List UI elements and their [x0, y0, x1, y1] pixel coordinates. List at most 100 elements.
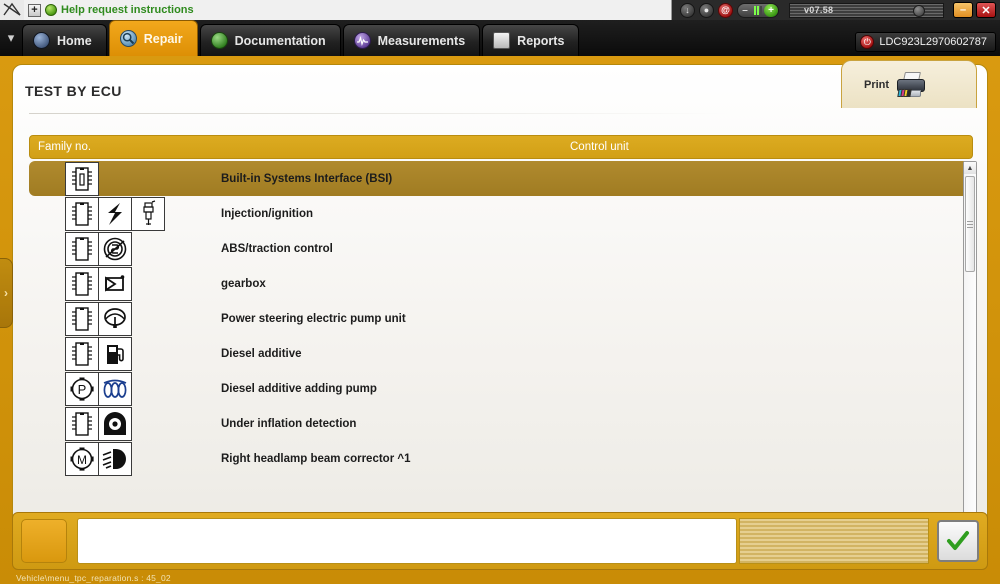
title-divider [29, 113, 729, 114]
application-window: + Help request instructions ↓ ● @ – + v0… [0, 0, 1000, 584]
system-icon-group: ↓ ● @ – + v07.58 [672, 2, 944, 18]
command-input[interactable] [77, 518, 737, 564]
tab-repair-label: Repair [143, 31, 183, 46]
tab-home-label: Home [57, 33, 92, 48]
scrollbar-thumb[interactable] [965, 176, 975, 272]
row-label: Right headlamp beam corrector ^1 [221, 452, 411, 465]
expand-plus-icon[interactable]: + [28, 3, 41, 17]
tab-measurements-label: Measurements [377, 33, 466, 48]
row-icon-group [29, 301, 205, 336]
tab-reports[interactable]: Reports [482, 24, 580, 56]
table-row[interactable]: M Right headlamp beam corrector ^1 [29, 441, 973, 476]
version-knob-icon[interactable] [913, 4, 925, 17]
email-at-icon[interactable]: @ [718, 2, 733, 18]
motor-icon: M [65, 441, 99, 476]
content-panel: TEST BY ECU Print Family no. Control uni [12, 60, 988, 556]
table-row[interactable]: P Diesel additive adding pump [29, 371, 973, 406]
list-scrollbar[interactable]: ▲ ▼ [963, 161, 977, 533]
table-row[interactable]: Injection/ignition [29, 196, 973, 231]
ecu-list[interactable]: Built-in Systems Interface (BSI) Injecti… [29, 161, 973, 533]
table-row[interactable]: Power steering electric pump unit [29, 301, 973, 336]
row-label: Power steering electric pump unit [221, 312, 406, 325]
chip-icon [65, 231, 99, 266]
app-logo-icon [0, 0, 24, 20]
volume-level-bars [752, 5, 764, 15]
vin-value: LDC923L2970602787 [879, 36, 987, 48]
row-label: Injection/ignition [221, 207, 313, 220]
chip-icon [65, 336, 99, 371]
volume-down-button[interactable]: – [738, 4, 752, 17]
print-button[interactable]: Print [841, 60, 977, 108]
chip-icon [65, 161, 99, 196]
fuel-pump-icon [98, 336, 132, 371]
printer-icon [895, 71, 929, 98]
table-row[interactable]: ABS/traction control [29, 231, 973, 266]
row-icon-group: P [29, 371, 205, 406]
window-controls: – ✕ [953, 2, 1000, 18]
chip-icon [65, 196, 99, 231]
row-label: Under inflation detection [221, 417, 357, 430]
table-row[interactable]: gearbox [29, 266, 973, 301]
row-icon-group [29, 406, 205, 441]
version-label: v07.58 [804, 5, 834, 15]
headlamp-icon [98, 441, 132, 476]
chip-icon [65, 406, 99, 441]
status-path-text: Vehicle\menu_tpc_reparation.s : 45_02 [16, 573, 171, 583]
sidebar-expand-handle[interactable]: › [0, 258, 13, 328]
row-label: ABS/traction control [221, 242, 333, 255]
help-request-bar[interactable]: + Help request instructions [24, 0, 672, 20]
row-label: Built-in Systems Interface (BSI) [221, 172, 393, 185]
check-icon [947, 531, 969, 550]
row-icon-group [29, 161, 205, 196]
chevron-down-icon[interactable]: ▾ [0, 20, 22, 56]
column-header-family-no: Family no. [38, 141, 92, 153]
spark-plug-icon [131, 196, 165, 231]
scrollbar-grip-icon [967, 219, 973, 230]
table-row[interactable]: Under inflation detection [29, 406, 973, 441]
book-icon [210, 32, 228, 49]
home-globe-icon [33, 32, 50, 49]
version-slider[interactable]: v07.58 [789, 2, 944, 18]
logo-mark-icon [3, 2, 21, 16]
tab-home[interactable]: Home [22, 24, 107, 56]
droplet-icon[interactable]: ● [699, 2, 714, 18]
bottom-action-bar [12, 512, 988, 570]
download-icon[interactable]: ↓ [680, 2, 695, 18]
spark-bolt-icon [98, 196, 132, 231]
print-label: Print [864, 78, 890, 91]
row-label: Diesel additive [221, 347, 302, 360]
tab-repair[interactable]: Repair [108, 20, 198, 56]
table-row[interactable]: Diesel additive [29, 336, 973, 371]
steering-wheel-icon [98, 301, 132, 336]
tyre-pressure-icon [98, 406, 132, 441]
close-button[interactable]: ✕ [976, 2, 996, 18]
table-row[interactable]: Built-in Systems Interface (BSI) [29, 161, 973, 196]
row-label: gearbox [221, 277, 266, 290]
volume-up-button[interactable]: + [764, 3, 778, 17]
status-ball-icon [45, 4, 57, 16]
gearbox-icon [98, 266, 132, 301]
report-page-icon [493, 32, 511, 49]
minimize-button[interactable]: – [953, 2, 973, 18]
confirm-button[interactable] [937, 520, 979, 562]
tab-reports-label: Reports [517, 33, 565, 48]
power-icon: ⏻ [860, 35, 875, 49]
volume-control[interactable]: – + [737, 2, 779, 18]
tab-measurements[interactable]: Measurements [342, 24, 481, 56]
table-header-row: Family no. Control unit [29, 135, 973, 159]
svg-text:M: M [77, 453, 87, 467]
page-title: TEST BY ECU [25, 83, 122, 99]
magnifier-icon [119, 30, 137, 47]
waveform-icon [353, 32, 371, 49]
svg-text:P: P [78, 382, 87, 397]
row-label: Diesel additive adding pump [221, 382, 377, 395]
vehicle-vin-badge[interactable]: ⏻ LDC923L2970602787 [855, 32, 996, 52]
bottom-left-button[interactable] [21, 519, 67, 563]
tab-documentation-label: Documentation [234, 33, 326, 48]
pump-p-icon: P [65, 371, 99, 406]
row-icon-group [29, 336, 205, 371]
scroll-up-icon[interactable]: ▲ [964, 162, 976, 174]
tab-documentation[interactable]: Documentation [199, 24, 341, 56]
row-icon-group: M [29, 441, 205, 476]
help-request-label[interactable]: Help request instructions [61, 4, 194, 16]
